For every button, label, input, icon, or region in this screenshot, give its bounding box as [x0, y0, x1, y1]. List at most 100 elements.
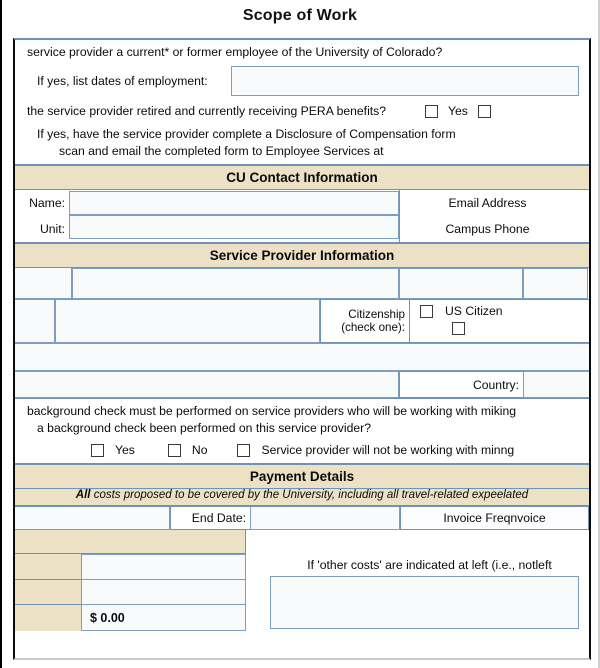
background-check-line-2: a background check been performed on thi…	[37, 421, 371, 435]
end-date-label: End Date:	[170, 507, 250, 530]
pera-followup-line-2: scan and email the completed form to Emp…	[59, 144, 384, 158]
service-provider-heading: Service Provider Information	[15, 242, 589, 268]
other-costs-input[interactable]	[270, 576, 579, 629]
payment-details-section: End Date: Invoice Freqnvoice $ 0.00 If '…	[15, 507, 589, 631]
employment-dates-row: If yes, list dates of employment:	[15, 61, 589, 100]
sp-row1-cell-4[interactable]	[523, 268, 588, 299]
citizenship-label-line-2: (check one):	[341, 321, 405, 334]
cost-table: $ 0.00	[15, 530, 246, 631]
cu-contact-unit-input[interactable]	[69, 215, 399, 239]
cost-row-1-value-wrap	[81, 554, 246, 580]
cu-contact-phone-label: Campus Phone	[399, 215, 575, 242]
cost-table-header	[15, 530, 246, 554]
sp-row1-cell-2-wrap	[72, 268, 399, 299]
sp-row4-cell-wrap	[15, 371, 399, 398]
cost-row-1-value[interactable]	[81, 554, 246, 580]
payment-details-heading: Payment Details	[15, 463, 589, 489]
cost-row-2	[15, 580, 246, 605]
cost-row-2-value[interactable]	[81, 580, 246, 605]
service-provider-section: Citizenship (check one): US Citizen Coun…	[15, 268, 589, 398]
cu-contact-unit-label: Unit:	[39, 221, 65, 236]
us-citizen-option[interactable]: US Citizen	[420, 304, 589, 318]
employment-question: service provider a current* or former em…	[27, 45, 443, 59]
employment-dates-label: If yes, list dates of employment:	[37, 73, 208, 88]
country-input[interactable]	[523, 371, 589, 398]
us-citizen-label: US Citizen	[445, 304, 503, 318]
sp-citizenship-label-cell: Citizenship (check one):	[320, 299, 409, 343]
sp-row1-spacer	[588, 268, 589, 299]
background-check-yes-checkbox[interactable]	[91, 443, 104, 457]
end-date-input[interactable]	[250, 507, 400, 530]
us-citizen-checkbox[interactable]	[420, 304, 433, 318]
sp-row1-cell-2[interactable]	[72, 268, 399, 299]
background-check-options: Yes No Service provider will not be work…	[15, 437, 589, 463]
cost-row-3-label	[15, 605, 81, 631]
sp-row3-cell-wrap	[15, 343, 589, 371]
cost-row-2-value-wrap	[81, 580, 246, 605]
payment-costs-row: $ 0.00 If 'other costs' are indicated at…	[15, 530, 589, 631]
sp-row1-cell-1-wrap	[15, 268, 72, 299]
sp-row1-cell-1[interactable]	[15, 268, 72, 299]
other-costs-panel: If 'other costs' are indicated at left (…	[246, 530, 589, 631]
cu-contact-heading: CU Contact Information	[15, 164, 589, 190]
pera-yes-checkbox[interactable]	[425, 104, 438, 118]
cu-contact-section: Name: Email Address Unit: Campus Phone	[15, 190, 589, 242]
payment-details-note: All costs proposed to be covered by the …	[15, 489, 589, 507]
page-title: Scope of Work	[242, 7, 358, 24]
employment-section: service provider a current* or former em…	[15, 40, 589, 164]
service-provider-row-4: Country:	[15, 371, 589, 398]
payment-dates-row: End Date: Invoice Freqnvoice	[15, 507, 589, 530]
cost-row-2-label	[15, 580, 81, 605]
employment-dates-input[interactable]	[231, 65, 579, 96]
pera-question-label: the service provider retired and current…	[27, 104, 387, 118]
background-check-yes-label: Yes	[115, 443, 135, 457]
sp-row1-cell-3-wrap	[399, 268, 523, 299]
service-provider-row-3	[15, 343, 589, 371]
cu-contact-name-row: Name: Email Address	[15, 190, 589, 215]
pera-yes-label: Yes	[448, 104, 468, 118]
cu-contact-email-input[interactable]	[575, 190, 589, 215]
scope-of-work-document: Scope of Work service provider a current…	[0, 0, 600, 668]
background-check-na-label: Service provider will not be working wit…	[261, 443, 515, 457]
form-frame: service provider a current* or former em…	[13, 38, 591, 660]
employment-dates-input-wrap	[231, 65, 579, 96]
service-provider-row-1	[15, 268, 589, 299]
background-check-na-checkbox[interactable]	[237, 443, 251, 457]
end-date-input-wrap	[250, 507, 400, 530]
start-date-input[interactable]	[15, 507, 170, 530]
sp-row4-cell[interactable]	[15, 371, 399, 398]
pera-followup-line-1: If yes, have the service provider comple…	[37, 127, 456, 141]
background-check-no-checkbox[interactable]	[167, 443, 181, 457]
cost-row-3-value-wrap: $ 0.00	[81, 605, 246, 631]
sp-row2-cell-2-wrap	[55, 299, 320, 343]
citizenship-label-line-1: Citizenship	[348, 308, 405, 321]
cu-contact-unit-row: Unit: Campus Phone	[15, 215, 589, 242]
cu-contact-name-label: Name:	[29, 195, 65, 210]
service-provider-row-2: Citizenship (check one): US Citizen	[15, 299, 589, 343]
country-label: Country:	[399, 371, 523, 398]
cost-row-1-label	[15, 554, 81, 580]
other-citizen-checkbox[interactable]	[452, 322, 465, 335]
cu-contact-unit-input-wrap	[69, 215, 399, 242]
payment-note-emphasis: All	[75, 489, 91, 501]
start-date-input-wrap	[15, 507, 170, 530]
cu-contact-phone-input[interactable]	[575, 215, 589, 242]
background-check-no-label: No	[191, 443, 208, 457]
invoice-frequency-label: Invoice Freqnvoice	[400, 507, 589, 530]
country-input-wrap	[523, 371, 589, 398]
pera-no-checkbox[interactable]	[477, 104, 491, 118]
other-citizen-option[interactable]	[420, 318, 589, 335]
background-check-line-1: background check must be performed on se…	[27, 404, 517, 418]
background-check-section: background check must be performed on se…	[15, 398, 589, 463]
sp-citizenship-options-cell: US Citizen	[409, 299, 589, 343]
sp-row1-cell-3[interactable]	[399, 268, 523, 299]
sp-row3-cell[interactable]	[15, 343, 589, 371]
sp-row2-cell-1-wrap	[15, 299, 55, 343]
cu-contact-name-input-wrap	[69, 190, 399, 215]
cost-row-3-value[interactable]: $ 0.00	[81, 605, 246, 631]
sp-row2-cell-1[interactable]	[15, 299, 55, 343]
sp-row2-cell-2[interactable]	[55, 299, 320, 343]
cost-row-3: $ 0.00	[15, 605, 246, 631]
cu-contact-name-input[interactable]	[69, 191, 399, 215]
cu-contact-email-label: Email Address	[399, 190, 575, 215]
